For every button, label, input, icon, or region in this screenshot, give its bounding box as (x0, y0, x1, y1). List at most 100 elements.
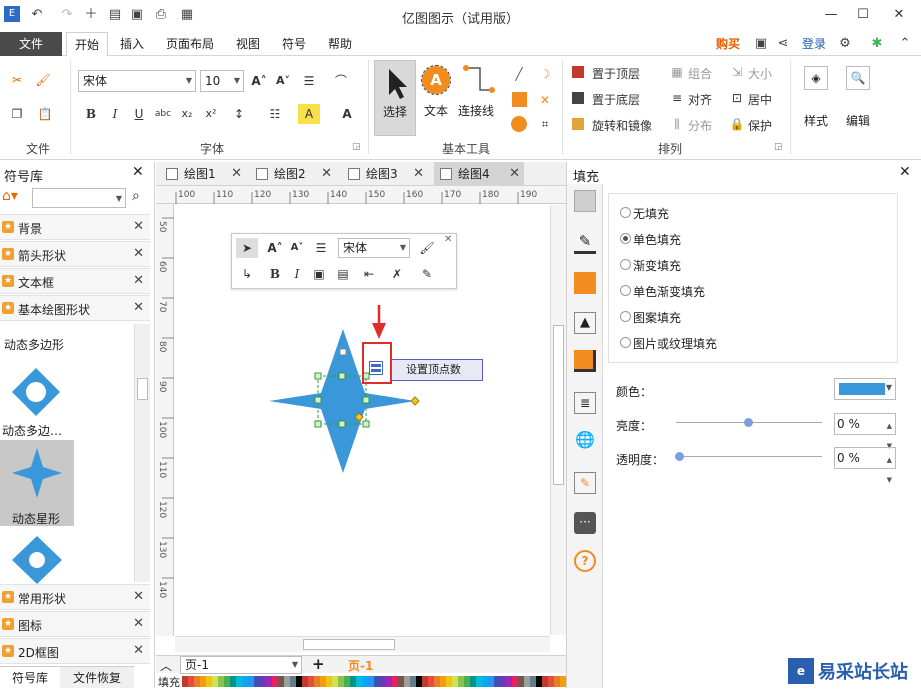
globe-icon[interactable]: 🌐 (574, 430, 596, 452)
drawing-canvas[interactable]: ➤ A˄ A˅ ☰ 宋体 ▼ 🖌 ✕ ↳ B I ▣ ▤ ⇤ ✗ ✎ 设置顶点数 (175, 205, 549, 635)
size-button[interactable]: 大小 (748, 65, 772, 82)
page-select[interactable]: 页-1 ▼ (180, 656, 302, 674)
tab-page-layout[interactable]: 页面布局 (158, 32, 222, 56)
shadow-icon[interactable] (574, 350, 596, 372)
login-link[interactable]: 登录 (794, 32, 834, 56)
tab-file-recovery[interactable]: 文件恢复 (60, 666, 134, 688)
font-family-select[interactable]: 宋体 ▼ (78, 70, 196, 92)
close-icon[interactable]: ✕ (133, 273, 144, 288)
tab-symbol-library[interactable]: 符号库 (0, 666, 60, 688)
library-search-input[interactable]: ▼ (32, 188, 126, 208)
close-icon[interactable]: ✕ (444, 234, 452, 245)
font-size-select[interactable]: 10 ▼ (200, 70, 244, 92)
line-style-icon[interactable]: ✎ (416, 264, 438, 284)
close-icon[interactable]: ✕ (899, 164, 911, 180)
doc-tab[interactable]: 绘图1 ✕ (160, 162, 246, 186)
no-fill-radio[interactable] (620, 207, 631, 218)
cut-icon[interactable]: ✂ (6, 70, 28, 90)
line-spacing-icon[interactable]: ↕ (228, 104, 250, 124)
connector-style-icon[interactable]: ↳ (236, 264, 258, 284)
tab-view[interactable]: 视图 (228, 32, 268, 56)
close-icon[interactable]: ✕ (133, 219, 144, 234)
line-pen-icon[interactable]: ✎ (574, 232, 596, 254)
category-2d-block[interactable]: ★ 2D框图 ✕ (0, 638, 150, 664)
close-icon[interactable]: ✕ (133, 300, 144, 315)
select-tool-button[interactable]: 选择 (374, 60, 416, 136)
underline-icon[interactable]: U (128, 104, 150, 124)
grow-font-icon[interactable]: A˄ (248, 71, 270, 91)
strikethrough-icon[interactable]: abc (152, 104, 174, 124)
protect-button[interactable]: 保护 (748, 117, 772, 134)
arrange-dialog-launcher-icon[interactable]: ◲ (774, 142, 783, 152)
shadow-icon[interactable]: ▣ (308, 264, 330, 284)
connector-tool-button[interactable]: 连接线 (456, 60, 496, 136)
close-icon[interactable]: ✕ (413, 162, 424, 186)
line-tool-icon[interactable]: ╱ (508, 64, 530, 84)
collapse-icon[interactable]: ︿ (160, 657, 172, 674)
rectangle-tool-icon[interactable] (512, 92, 527, 107)
format-painter-icon[interactable]: 🖌 (32, 70, 54, 90)
attachment-icon[interactable]: ✎ (574, 472, 596, 494)
italic-icon[interactable]: I (104, 104, 126, 124)
ribbon-collapse-icon[interactable]: ⌃ (896, 35, 914, 53)
share-icon[interactable]: ⋖ (774, 35, 792, 53)
align-text-icon[interactable]: ☰ (298, 71, 320, 91)
send-back-button[interactable]: 置于底层 (592, 91, 640, 108)
bold-icon[interactable]: B (80, 104, 102, 124)
document-icon[interactable]: ≣ (574, 392, 596, 414)
solid-fill-radio[interactable] (620, 233, 631, 244)
arrange-icon[interactable]: ▤ (332, 264, 354, 284)
category-icons[interactable]: ★ 图标 ✕ (0, 611, 150, 637)
maximize-button[interactable]: ☐ (848, 4, 878, 26)
style-button[interactable]: ◈ 样式 (796, 64, 836, 144)
close-icon[interactable]: ✕ (133, 643, 144, 658)
category-common-shapes[interactable]: ★ 常用形状 ✕ (0, 584, 150, 610)
font-color-icon[interactable]: A (336, 104, 358, 124)
close-icon[interactable]: ✕ (132, 164, 144, 180)
text-curve-icon[interactable]: ⌒ (330, 71, 352, 91)
superscript-icon[interactable]: x² (200, 104, 222, 124)
spinner-icon[interactable]: ▲ ▼ (887, 450, 892, 490)
distribute-button[interactable]: 分布 (688, 117, 712, 134)
doc-tab-active[interactable]: 绘图4 ✕ (434, 162, 524, 186)
fill-bucket-icon[interactable] (574, 190, 596, 212)
dynamic-star-on-canvas[interactable] (261, 321, 421, 481)
category-basic-shapes[interactable]: ★ 基本绘图形状 ✕ (0, 295, 150, 321)
format-painter-icon[interactable]: 🖌 (416, 238, 438, 258)
transparency-input[interactable]: 0 % ▲ ▼ (834, 447, 896, 484)
close-button[interactable]: ✕ (884, 4, 914, 26)
add-page-icon[interactable]: + (312, 655, 325, 673)
grow-font-icon[interactable]: A˄ (264, 238, 286, 258)
transparency-slider-thumb[interactable] (675, 452, 684, 461)
picture-fill-radio[interactable] (620, 337, 631, 348)
close-icon[interactable]: ✕ (133, 616, 144, 631)
edit-button[interactable]: 🔍 编辑 (838, 64, 878, 144)
group-button[interactable]: 组合 (688, 65, 712, 82)
shrink-font-icon[interactable]: A˅ (272, 71, 294, 91)
align-button[interactable]: 对齐 (688, 91, 712, 108)
bold-icon[interactable]: B (264, 264, 286, 284)
minimize-button[interactable]: — (816, 4, 846, 26)
brightness-slider-thumb[interactable] (744, 418, 753, 427)
shadow-orange-icon[interactable] (574, 272, 596, 294)
subscript-icon[interactable]: x₂ (176, 104, 198, 124)
doc-tab[interactable]: 绘图2 ✕ (250, 162, 336, 186)
tools-icon[interactable]: ✗ (386, 264, 408, 284)
bring-front-button[interactable]: 置于顶层 (592, 65, 640, 82)
align-text-icon[interactable]: ☰ (310, 238, 332, 258)
size-position-icon[interactable]: ⇤ (358, 264, 380, 284)
buy-link[interactable]: 购买 (708, 32, 748, 56)
floating-font-select[interactable]: 宋体 ▼ (338, 238, 410, 258)
shrink-font-icon[interactable]: A˅ (286, 238, 308, 258)
dynamic-polygon-shape[interactable] (10, 366, 62, 418)
account-icon[interactable]: ▣ (752, 35, 770, 53)
ellipse-tool-icon[interactable] (511, 116, 527, 132)
addon-icon[interactable]: ✱ (868, 35, 886, 53)
dynamic-polygon-shape-2[interactable] (12, 536, 62, 584)
tab-symbol[interactable]: 符号 (274, 32, 314, 56)
category-textbox[interactable]: ★ 文本框 ✕ (0, 268, 150, 294)
paste-icon[interactable]: 📋 (34, 104, 56, 124)
page-tab-active[interactable]: 页-1 (348, 657, 373, 674)
settings-gear-icon[interactable]: ⚙ (836, 35, 854, 53)
scrollbar-thumb[interactable] (303, 639, 395, 650)
